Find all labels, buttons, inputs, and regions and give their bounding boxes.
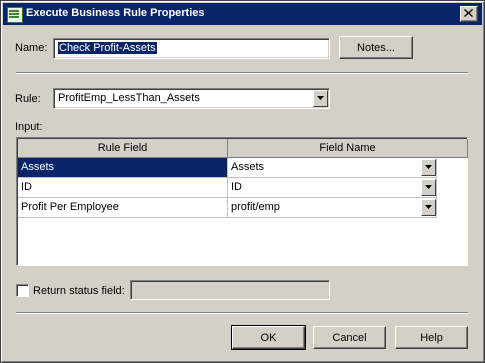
input-mapping-grid: Rule Field Field Name Assets Assets ID I… [16, 137, 468, 266]
chevron-down-icon [317, 96, 324, 100]
table-row[interactable]: Profit Per Employee profit/emp [18, 198, 453, 218]
close-icon [464, 9, 473, 17]
rule-label: Rule: [15, 93, 41, 105]
ok-button[interactable]: OK [231, 325, 306, 350]
rule-field-cell[interactable]: Profit Per Employee [18, 198, 228, 218]
name-input-value: Check Profit-Assets [58, 42, 157, 54]
chevron-down-icon [425, 185, 432, 189]
cancel-button[interactable]: Cancel [313, 326, 386, 349]
notes-button[interactable]: Notes... [339, 36, 413, 59]
rule-dropdown[interactable]: ProfitEmp_LessThan_Assets [53, 88, 330, 109]
separator-top [16, 72, 468, 74]
help-button[interactable]: Help [395, 326, 468, 349]
rule-dialog-icon [7, 7, 23, 23]
chevron-down-icon [425, 165, 432, 169]
separator-bottom [16, 312, 468, 314]
return-status-field[interactable] [130, 280, 330, 300]
return-status-label: Return status field: [33, 285, 125, 297]
title-bar[interactable]: Execute Business Rule Properties [3, 3, 482, 25]
window-title: Execute Business Rule Properties [26, 7, 205, 19]
name-label: Name: [15, 42, 48, 54]
close-button[interactable] [460, 6, 478, 22]
field-name-cell[interactable]: ID [228, 178, 437, 198]
input-label: Input: [15, 121, 43, 133]
chevron-down-icon [425, 205, 432, 209]
table-row[interactable]: Assets Assets [18, 158, 453, 178]
rule-field-cell[interactable]: Assets [18, 158, 228, 178]
return-status-checkbox[interactable] [16, 284, 29, 297]
column-header-rule-field[interactable]: Rule Field [18, 139, 228, 158]
rule-dropdown-value: ProfitEmp_LessThan_Assets [58, 92, 200, 104]
dialog-window: Execute Business Rule Properties Name: C… [0, 0, 485, 363]
field-name-cell[interactable]: Assets [228, 158, 437, 178]
column-header-field-name[interactable]: Field Name [228, 139, 468, 158]
field-name-dropdown-button[interactable] [421, 199, 436, 216]
field-name-cell[interactable]: profit/emp [228, 198, 437, 218]
rule-field-cell[interactable]: ID [18, 178, 228, 198]
name-input[interactable]: Check Profit-Assets [53, 38, 330, 59]
field-name-dropdown-button[interactable] [421, 179, 436, 196]
rule-dropdown-button[interactable] [313, 90, 328, 107]
table-row[interactable]: ID ID [18, 178, 453, 198]
field-name-dropdown-button[interactable] [421, 159, 436, 176]
